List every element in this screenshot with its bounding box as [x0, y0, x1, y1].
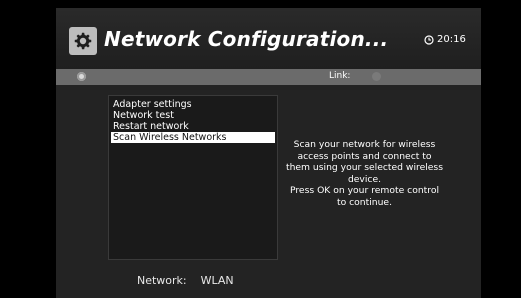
clock-time: 20:16	[437, 34, 466, 45]
link-label: Link:	[329, 71, 351, 81]
description-text: Scan your network for wireless access po…	[282, 139, 447, 208]
link-status-icon	[372, 72, 381, 81]
menu-item-network-test[interactable]: Network test	[111, 110, 275, 121]
description-line: access points and connect to	[297, 150, 432, 162]
network-config-screen: Network Configuration... 20:16 Link: Ada…	[56, 8, 481, 298]
network-value: WLAN	[200, 274, 234, 287]
left-bezel	[0, 0, 56, 298]
gear-icon	[69, 27, 97, 55]
menu-item-adapter-settings[interactable]: Adapter settings	[111, 99, 275, 110]
network-status: Network: WLAN	[137, 274, 234, 287]
page-title: Network Configuration...	[104, 27, 389, 51]
right-bezel	[481, 0, 521, 298]
menu-list: Adapter settings Network test Restart ne…	[108, 95, 278, 260]
header: Network Configuration... 20:16	[56, 8, 481, 69]
menu-item-scan-wireless-networks[interactable]: Scan Wireless Networks	[111, 132, 275, 143]
description-line: Press OK on your remote control	[289, 185, 440, 196]
top-border	[0, 0, 521, 8]
clock-icon	[424, 34, 434, 45]
description-line: to continue.	[336, 196, 392, 208]
status-bar: Link:	[56, 69, 481, 85]
menu-item-restart-network[interactable]: Restart network	[111, 121, 275, 132]
network-label: Network:	[137, 274, 187, 287]
description-line: device.	[347, 173, 382, 185]
clock: 20:16	[424, 34, 466, 45]
description-line: them using your selected wireless	[285, 162, 444, 173]
status-indicator-icon	[77, 72, 86, 81]
description-line: Scan your network for wireless	[293, 139, 436, 150]
